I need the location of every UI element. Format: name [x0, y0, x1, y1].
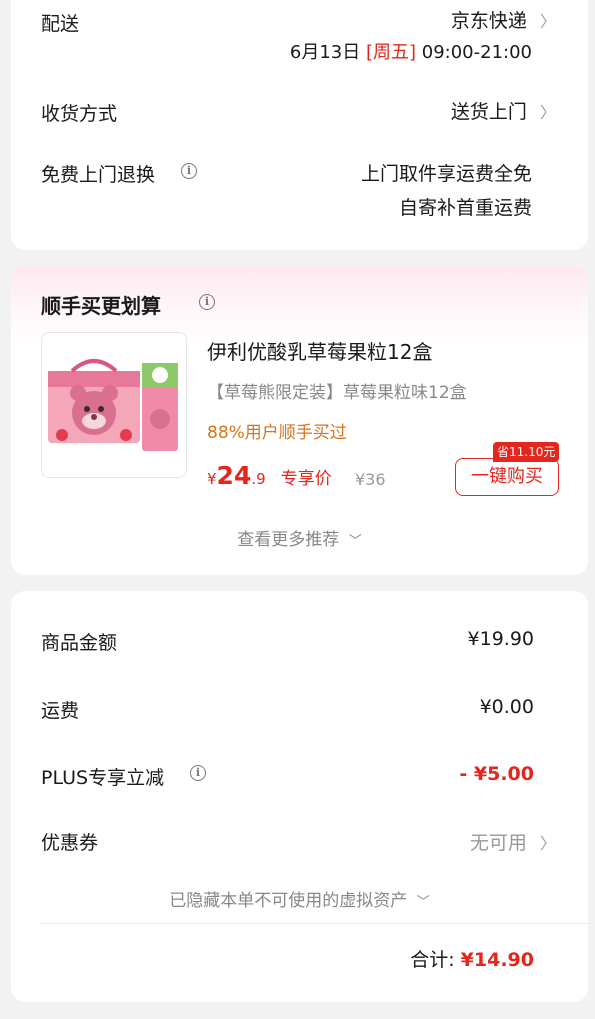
return-line-1: 上门取件享运费全免: [360, 163, 532, 185]
info-icon[interactable]: i: [190, 765, 206, 781]
coupon-value: 无可用: [469, 832, 527, 854]
promo-text: 88%用户顺手买过: [207, 423, 347, 443]
strawberry-milk-box-illustration: [48, 359, 178, 451]
price-tag: 专享价: [280, 469, 332, 489]
product-price: ¥24.9 专享价: [207, 461, 332, 490]
see-more-link[interactable]: 查看更多推荐 ﹀: [11, 525, 588, 550]
delivery-method-row[interactable]: 京东快递 〉: [451, 6, 556, 33]
bundle-deal-card: 顺手买更划算 i 伊利优酸乳草莓果粒12盒 【草莓熊限定装】草莓果粒味12盒 8…: [11, 266, 588, 575]
shipping-fee-label: 运费: [41, 700, 80, 722]
price-decimal: .9: [251, 470, 266, 488]
product-image[interactable]: [41, 332, 187, 478]
delivery-time: 09:00-21:00: [421, 42, 532, 63]
product-name[interactable]: 伊利优酸乳草莓果粒12盒: [207, 336, 432, 365]
delivery-schedule[interactable]: 6月13日 [周五] 09:00-21:00: [290, 38, 532, 64]
coupon-row[interactable]: 无可用 〉: [470, 828, 556, 855]
return-line-2: 自寄补首重运费: [398, 197, 532, 219]
coupon-label: 优惠券: [41, 832, 99, 854]
hidden-assets-note: 已隐藏本单不可使用的虚拟资产: [169, 891, 408, 911]
chevron-down-icon: ﹀: [348, 534, 362, 549]
chevron-right-icon: 〉: [539, 12, 556, 31]
order-summary-card: 商品金额 ¥19.90 运费 ¥0.00 PLUS专享立减 i - ¥5.00 …: [11, 591, 588, 1002]
delivery-date: 6月13日: [289, 42, 361, 63]
one-click-buy-button[interactable]: 一键购买: [455, 458, 559, 496]
total-label: 合计:: [410, 949, 455, 971]
deal-title: 顺手买更划算: [41, 294, 161, 318]
original-price: ¥36: [355, 470, 386, 489]
divider: [41, 923, 588, 924]
plus-discount-value: - ¥5.00: [459, 763, 534, 785]
see-more-label: 查看更多推荐: [237, 530, 340, 550]
chevron-right-icon: 〉: [539, 834, 556, 853]
info-icon[interactable]: i: [181, 163, 197, 179]
receive-method-label: 收货方式: [41, 103, 118, 125]
price-currency: ¥: [207, 470, 217, 488]
delivery-method-value: 京东快递: [450, 10, 527, 32]
plus-discount-label: PLUS专享立减: [41, 767, 165, 789]
goods-amount-value: ¥19.90: [467, 628, 534, 650]
savings-badge: 省11.10元: [493, 442, 560, 462]
product-subtitle: 【草莓熊限定装】草莓果粒味12盒: [207, 383, 467, 403]
shipping-fee-value: ¥0.00: [479, 696, 534, 718]
order-total: 合计: ¥14.90: [410, 945, 534, 972]
free-return-label: 免费上门退换: [41, 164, 156, 186]
delivery-card: 配送 京东快递 〉 6月13日 [周五] 09:00-21:00 收货方式 送货…: [11, 0, 588, 250]
chevron-right-icon: 〉: [539, 103, 556, 122]
receive-method-row[interactable]: 送货上门 〉: [451, 97, 556, 124]
delivery-weekday: [周五]: [365, 42, 417, 63]
hidden-assets-toggle[interactable]: 已隐藏本单不可使用的虚拟资产 ﹀: [11, 886, 588, 911]
delivery-label: 配送: [41, 13, 80, 35]
goods-amount-label: 商品金额: [41, 632, 118, 654]
receive-method-value: 送货上门: [450, 101, 527, 123]
chevron-down-icon: ﹀: [416, 895, 430, 910]
total-value: ¥14.90: [460, 949, 534, 971]
price-integer: 24: [216, 461, 252, 490]
info-icon[interactable]: i: [199, 294, 215, 310]
